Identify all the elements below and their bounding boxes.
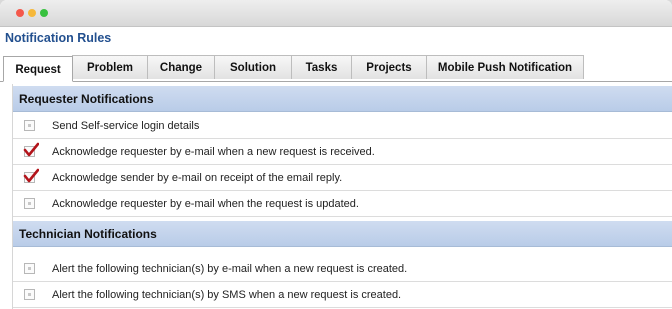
list-item: Alert the following technician(s) by e-m… [13,256,672,282]
checkbox-label: Send Self-service login details [52,120,200,132]
tab-solution[interactable]: Solution [214,55,292,79]
list-item: Alert the following technician(s) by SMS… [13,282,672,308]
tab-change[interactable]: Change [147,55,215,79]
list-item: Send Self-service login details [13,113,672,139]
tab-tasks[interactable]: Tasks [291,55,352,79]
unchecked-mark-icon [28,124,31,127]
checkbox-acknowledge-request-updated[interactable] [24,198,35,209]
list-item: Acknowledge sender by e-mail on receipt … [13,165,672,191]
checkbox-label: Alert the following technician(s) by SMS… [52,289,402,301]
tab-projects[interactable]: Projects [351,55,427,79]
zoom-window-button[interactable] [40,9,48,17]
checkbox-label: Alert the following technician(s) by e-m… [52,263,408,275]
checkmark-icon [23,142,39,157]
tab-mobile-push-notification[interactable]: Mobile Push Notification [426,55,584,79]
checkbox-label: Acknowledge sender by e-mail on receipt … [52,172,343,184]
checkbox-alert-technician-sms[interactable] [24,289,35,300]
checkbox-acknowledge-new-request[interactable] [23,142,39,157]
minimize-window-button[interactable] [28,9,36,17]
checkbox-alert-technician-email[interactable] [24,263,35,274]
section-header-requester: Requester Notifications [13,86,672,112]
section-header-technician: Technician Notifications [13,221,672,247]
list-item: Acknowledge requester by e-mail when the… [13,191,672,217]
title-bar [0,0,672,27]
checkbox-label: Acknowledge requester by e-mail when the… [52,198,359,210]
tab-problem[interactable]: Problem [72,55,148,79]
notification-rules-panel: Requester Notifications Send Self-servic… [12,84,672,309]
unchecked-mark-icon [28,267,31,270]
close-window-button[interactable] [16,9,24,17]
checkbox-send-self-service-login[interactable] [24,120,35,131]
list-item: Acknowledge requester by e-mail when a n… [13,139,672,165]
checkmark-icon [23,168,39,183]
tab-request[interactable]: Request [3,56,73,82]
page-title: Notification Rules [5,31,112,45]
unchecked-mark-icon [28,202,31,205]
app-window: Notification Rules Request Problem Chang… [0,0,672,309]
checkbox-acknowledge-email-reply[interactable] [23,168,39,183]
checkbox-label: Acknowledge requester by e-mail when a n… [52,146,375,158]
unchecked-mark-icon [28,293,31,296]
